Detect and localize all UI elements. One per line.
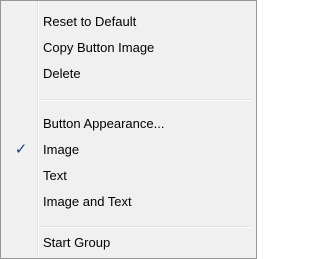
menu-item-delete[interactable]: Delete — [3, 61, 254, 87]
menu-item-label: Text — [43, 168, 67, 183]
menu-item-image-and-text[interactable]: Image and Text — [3, 189, 254, 215]
menu-item-image[interactable]: ✓ Image — [3, 137, 254, 163]
menu-item-reset-to-default[interactable]: Reset to Default — [3, 9, 254, 35]
menu-item-copy-button-image[interactable]: Copy Button Image — [3, 35, 254, 61]
menu-item-label: Image and Text — [43, 194, 132, 209]
menu-item-label: Delete — [43, 66, 81, 81]
menu-item-label: Image — [43, 142, 80, 157]
menu-item-label: Button Appearance... — [43, 116, 165, 131]
menu-item-label: Reset to Default — [43, 14, 137, 29]
context-menu: Reset to Default Copy Button Image Delet… — [0, 0, 257, 259]
menu-separator — [41, 226, 252, 228]
checkmark-icon: ✓ — [14, 141, 28, 158]
menu-item-text[interactable]: Text — [3, 163, 254, 189]
menu-separator — [41, 99, 252, 101]
menu-item-start-group[interactable]: Start Group — [3, 230, 254, 256]
menu-item-label: Start Group — [43, 235, 111, 250]
menu-item-label: Copy Button Image — [43, 40, 155, 55]
menu-item-button-appearance[interactable]: Button Appearance... — [3, 111, 254, 137]
